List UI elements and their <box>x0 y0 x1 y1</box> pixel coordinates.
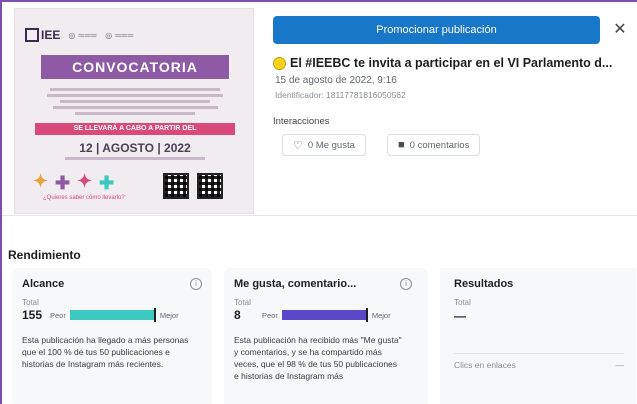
smiley-emoji-icon <box>273 56 286 70</box>
interactions-label: Interacciones <box>273 116 330 127</box>
results-divider <box>454 353 624 354</box>
bar-high-label: Mejor <box>159 310 179 320</box>
likes-chip[interactable]: ♡ 0 Me gusta <box>282 134 366 156</box>
link-clicks-row[interactable]: Clics en enlaces — <box>454 360 624 370</box>
bar-low-label: Peor <box>262 310 278 320</box>
art-shape-icon: ✦ <box>77 171 93 191</box>
comparison-bar-marker <box>365 308 368 322</box>
card-title: Me gusta, comentario... <box>234 278 357 290</box>
info-icon[interactable]: i <box>400 278 412 290</box>
results-card: Resultados Total — Clics en enlaces — <box>440 268 636 404</box>
partner-logo-2: ◎ ═══ <box>105 30 134 40</box>
post-title-text: El #IEEBC te invita a participar en el V… <box>290 56 613 70</box>
qr-code-icon <box>163 173 189 199</box>
metric-row: 8 Peor Mejor <box>234 308 418 322</box>
poster-date-subline <box>65 157 205 160</box>
comparison-bar-fill <box>69 310 155 320</box>
info-icon[interactable]: i <box>190 278 202 290</box>
close-icon[interactable]: ✕ <box>610 20 630 40</box>
art-shape-icon: ✚ <box>55 173 71 193</box>
art-shape-icon: ✦ <box>33 171 49 191</box>
metric-value: 155 <box>22 308 43 322</box>
card-title: Resultados <box>454 278 514 290</box>
link-clicks-label: Clics en enlaces <box>454 360 516 370</box>
comments-count: 0 comentarios <box>409 139 470 151</box>
art-shape-icon: ✚ <box>99 173 115 193</box>
card-description: Esta publicación ha recibido más "Me gus… <box>234 335 402 381</box>
post-title: El #IEEBC te invita a participar en el V… <box>273 56 633 70</box>
comments-chip[interactable]: ■ 0 comentarios <box>387 134 481 156</box>
metric-row: 155 Peor Mejor <box>22 308 202 322</box>
logo-mark-icon <box>25 28 39 42</box>
post-date: 15 de agosto de 2022, 9:16 <box>275 75 397 86</box>
comparison-bar <box>281 308 368 322</box>
post-identifier: Identificador: 18117781816050562 <box>275 90 406 100</box>
poster-banner: SE LLEVARÁ A CABO A PARTIR DEL <box>35 123 235 135</box>
link-clicks-value: — <box>615 360 625 370</box>
window-top-border <box>0 0 637 2</box>
likes-count: 0 Me gusta <box>307 139 355 151</box>
comparison-bar-fill <box>281 310 367 320</box>
partner-logo-1: ◎ ═══ <box>68 30 98 40</box>
bar-low-label: Peor <box>50 310 66 320</box>
poster-body-lines <box>45 85 225 118</box>
total-label: Total <box>234 298 251 307</box>
qr-code-icon <box>197 173 223 199</box>
poster-logo-text: IEE <box>41 28 61 42</box>
total-label: Total <box>22 298 39 307</box>
poster-illustration: ✦ ✚ ✦ ✚ ¿Quieres saber cómo llevarlo? <box>33 171 143 201</box>
bar-high-label: Mejor <box>371 310 391 320</box>
poster-logo: IEE <box>25 28 60 42</box>
engagement-card: Me gusta, comentario... i Total 8 Peor M… <box>224 268 428 404</box>
performance-heading: Rendimiento <box>8 248 81 262</box>
card-title: Alcance <box>22 278 65 290</box>
poster-title: CONVOCATORIA <box>41 55 229 79</box>
card-description: Esta publicación ha llegado a más person… <box>22 335 189 369</box>
section-divider <box>2 215 637 216</box>
post-thumbnail[interactable]: IEE ◎ ═══ ◎ ═══ CONVOCATORIA SE LLEVARÁ … <box>14 8 254 214</box>
window-left-border <box>0 0 2 404</box>
poster-art-caption: ¿Quieres saber cómo llevarlo? <box>43 195 125 201</box>
metric-value: 8 <box>234 308 241 322</box>
reach-card: Alcance i Total 155 Peor Mejor Esta publ… <box>12 268 212 404</box>
comparison-bar-marker <box>153 308 156 322</box>
comparison-bar <box>69 308 156 322</box>
total-label: Total <box>454 298 471 307</box>
promote-post-button[interactable]: Promocionar publicación <box>273 16 600 44</box>
poster-logo-row: IEE ◎ ═══ ◎ ═══ <box>25 21 243 49</box>
poster-date: 12 | AGOSTO | 2022 <box>79 141 191 155</box>
results-value: — <box>454 309 466 323</box>
comment-bubble-icon: ■ <box>398 139 405 151</box>
heart-icon: ♡ <box>293 139 303 152</box>
